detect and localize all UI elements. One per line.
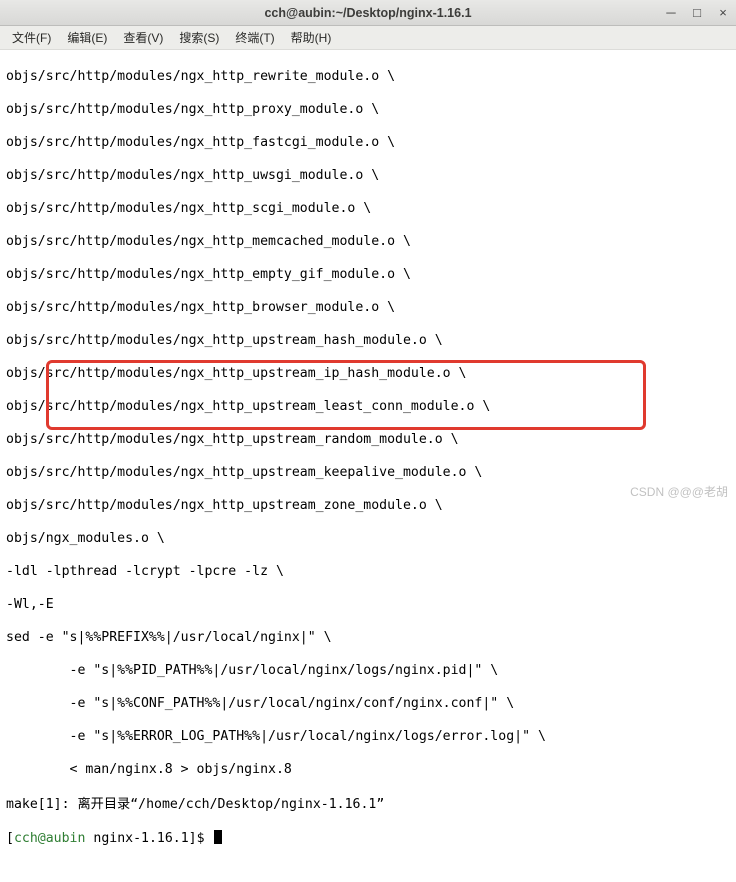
cursor: [214, 830, 222, 844]
output-line: make[1]: 离开目录“/home/cch/Desktop/nginx-1.…: [6, 797, 730, 814]
title-bar: cch@aubin:~/Desktop/nginx-1.16.1 － □ ×: [0, 0, 736, 26]
output-line: objs/src/http/modules/ngx_http_upstream_…: [6, 432, 730, 449]
menu-help[interactable]: 帮助(H): [285, 27, 338, 48]
output-line: objs/src/http/modules/ngx_http_browser_m…: [6, 300, 730, 317]
output-line: sed -e "s|%%PREFIX%%|/usr/local/nginx|" …: [6, 630, 730, 647]
output-line: objs/ngx_modules.o \: [6, 531, 730, 548]
output-line: objs/src/http/modules/ngx_http_empty_gif…: [6, 267, 730, 284]
output-line: objs/src/http/modules/ngx_http_fastcgi_m…: [6, 135, 730, 152]
output-line: < man/nginx.8 > objs/nginx.8: [6, 762, 730, 779]
output-line: objs/src/http/modules/ngx_http_rewrite_m…: [6, 69, 730, 86]
output-line: -e "s|%%ERROR_LOG_PATH%%|/usr/local/ngin…: [6, 729, 730, 746]
menu-terminal[interactable]: 终端(T): [229, 27, 280, 48]
window-title: cch@aubin:~/Desktop/nginx-1.16.1: [0, 6, 736, 20]
output-line: objs/src/http/modules/ngx_http_upstream_…: [6, 399, 730, 416]
output-line: -Wl,-E: [6, 597, 730, 614]
output-line: -e "s|%%CONF_PATH%%|/usr/local/nginx/con…: [6, 696, 730, 713]
menu-search[interactable]: 搜索(S): [173, 27, 225, 48]
menu-file[interactable]: 文件(F): [6, 27, 57, 48]
output-line: objs/src/http/modules/ngx_http_upstream_…: [6, 333, 730, 350]
prompt-open: [: [6, 831, 14, 846]
menu-edit[interactable]: 编辑(E): [61, 27, 113, 48]
output-line: objs/src/http/modules/ngx_http_upstream_…: [6, 465, 730, 482]
prompt-path: nginx-1.16.1: [93, 831, 188, 846]
output-line: -ldl -lpthread -lcrypt -lpcre -lz \: [6, 564, 730, 581]
output-line: objs/src/http/modules/ngx_http_memcached…: [6, 234, 730, 251]
menu-bar: 文件(F) 编辑(E) 查看(V) 搜索(S) 终端(T) 帮助(H): [0, 26, 736, 50]
menu-view[interactable]: 查看(V): [117, 27, 169, 48]
terminal-output[interactable]: objs/src/http/modules/ngx_http_rewrite_m…: [0, 50, 736, 882]
output-line: objs/src/http/modules/ngx_http_upstream_…: [6, 366, 730, 383]
output-line: objs/src/http/modules/ngx_http_scgi_modu…: [6, 201, 730, 218]
prompt-close: ]$: [189, 831, 213, 846]
prompt-line: [cch@aubin nginx-1.16.1]$: [6, 830, 730, 848]
output-line: -e "s|%%PID_PATH%%|/usr/local/nginx/logs…: [6, 663, 730, 680]
output-line: objs/src/http/modules/ngx_http_proxy_mod…: [6, 102, 730, 119]
prompt-user: cch@aubin: [14, 831, 85, 846]
output-line: objs/src/http/modules/ngx_http_uwsgi_mod…: [6, 168, 730, 185]
output-line: objs/src/http/modules/ngx_http_upstream_…: [6, 498, 730, 515]
